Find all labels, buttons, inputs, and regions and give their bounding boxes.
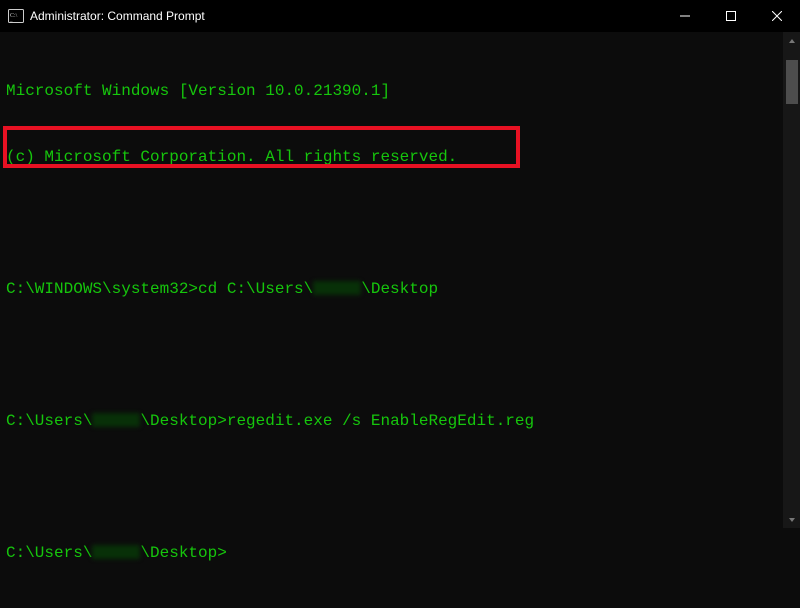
- command-line: C:\Users\ \Desktop>regedit.exe /s EnableR…: [6, 410, 774, 432]
- vertical-scrollbar[interactable]: [783, 32, 800, 528]
- command-line: C:\Users\ \Desktop>: [6, 542, 774, 564]
- prompt-text: \Desktop>: [140, 544, 226, 562]
- prompt-text: \Desktop>: [140, 412, 226, 430]
- command-line: C:\WINDOWS\system32>cd C:\Users\ \Desktop: [6, 278, 774, 300]
- terminal-output[interactable]: Microsoft Windows [Version 10.0.21390.1]…: [0, 32, 780, 528]
- blank-line: [6, 212, 774, 234]
- scrollbar-thumb[interactable]: [786, 60, 798, 104]
- maximize-button[interactable]: [708, 0, 754, 32]
- redacted-username: [92, 545, 140, 559]
- command-text: \Desktop: [361, 280, 438, 298]
- close-button[interactable]: [754, 0, 800, 32]
- minimize-button[interactable]: [662, 0, 708, 32]
- blank-line: [6, 476, 774, 498]
- command-text: cd C:\Users\: [198, 280, 313, 298]
- scroll-down-arrow-icon[interactable]: [783, 511, 800, 528]
- banner-line: (c) Microsoft Corporation. All rights re…: [6, 146, 774, 168]
- prompt-text: C:\Users\: [6, 412, 92, 430]
- client-area: Microsoft Windows [Version 10.0.21390.1]…: [0, 32, 800, 528]
- banner-line: Microsoft Windows [Version 10.0.21390.1]: [6, 80, 774, 102]
- blank-line: [6, 344, 774, 366]
- redacted-username: [92, 413, 140, 427]
- prompt-text: C:\Users\: [6, 544, 92, 562]
- svg-text:_: _: [9, 18, 13, 23]
- redacted-username: [313, 281, 361, 295]
- cmd-icon: C:\ _: [8, 8, 24, 24]
- command-text: regedit.exe /s EnableRegEdit.reg: [227, 412, 534, 430]
- window-title: Administrator: Command Prompt: [30, 9, 205, 23]
- prompt-text: C:\WINDOWS\system32>: [6, 280, 198, 298]
- titlebar[interactable]: C:\ _ Administrator: Command Prompt: [0, 0, 800, 32]
- scroll-up-arrow-icon[interactable]: [783, 32, 800, 49]
